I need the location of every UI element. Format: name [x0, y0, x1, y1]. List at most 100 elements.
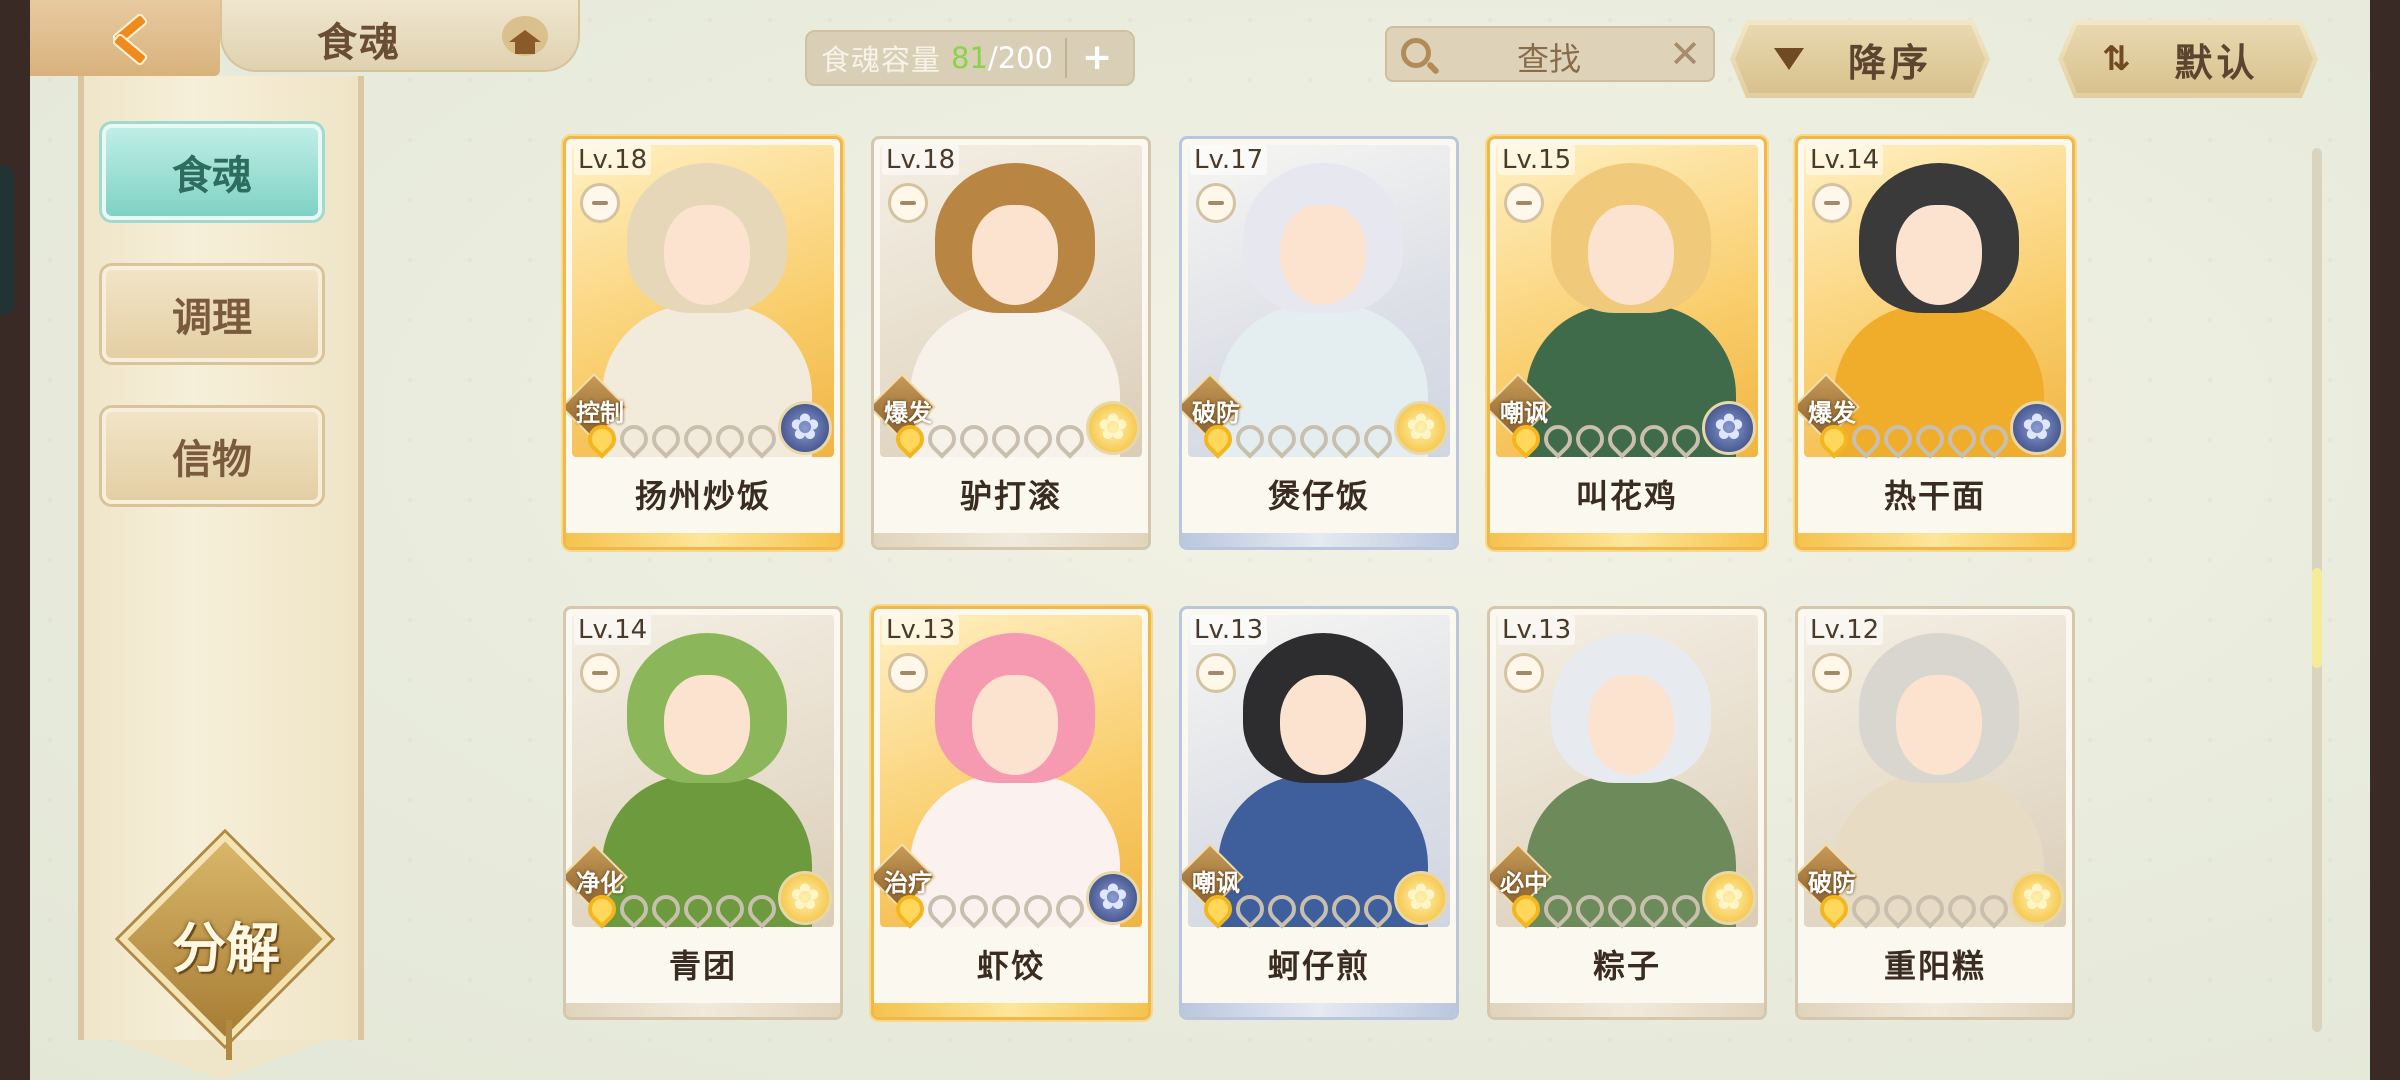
- scrollbar-thumb[interactable]: [2312, 568, 2322, 668]
- soul-card[interactable]: Lv.13 治疗 ✿ 虾饺: [871, 606, 1151, 1020]
- flame-star-icon: [1506, 419, 1546, 459]
- portrait-face: [664, 675, 750, 775]
- flame-star-icon: [1666, 419, 1706, 459]
- role-label: 嘲讽: [1192, 869, 1240, 897]
- star-rating: [582, 889, 782, 929]
- lock-icon[interactable]: [1812, 183, 1852, 223]
- soul-card[interactable]: Lv.14 爆发 ✿ 热干面: [1795, 136, 2075, 550]
- element-flower-icon: ✿: [2010, 871, 2064, 925]
- flame-star-icon: [1230, 419, 1270, 459]
- soul-level: Lv.13: [1190, 615, 1268, 645]
- flame-star-icon: [1538, 889, 1578, 929]
- soul-name: 青团: [668, 947, 737, 985]
- role-label: 控制: [576, 399, 624, 427]
- soul-card[interactable]: Lv.12 破防 ✿ 重阳糕: [1795, 606, 2075, 1020]
- flame-star-icon: [742, 419, 782, 459]
- element-flower-icon: ✿: [1394, 401, 1448, 455]
- lock-icon[interactable]: [580, 653, 620, 693]
- card-rarity-strip: [566, 1003, 840, 1017]
- tassel-decoration: [226, 1020, 232, 1060]
- lock-icon[interactable]: [580, 183, 620, 223]
- soul-card[interactable]: Lv.13 必中 ✿ 粽子: [1487, 606, 1767, 1020]
- home-icon[interactable]: [502, 16, 548, 56]
- triangle-down-icon: [1774, 48, 1804, 70]
- flame-star-icon: [1878, 889, 1918, 929]
- soul-card[interactable]: Lv.13 嘲讽 ✿ 蚵仔煎: [1179, 606, 1459, 1020]
- card-rarity-strip: [1490, 533, 1764, 547]
- tab-conditioning[interactable]: 调理: [102, 266, 322, 362]
- flame-star-icon: [1814, 889, 1854, 929]
- star-rating: [890, 419, 1090, 459]
- flame-star-icon: [922, 889, 962, 929]
- role-label: 必中: [1500, 869, 1548, 897]
- capacity-label: 食魂容量: [821, 43, 942, 77]
- portrait-face: [1588, 675, 1674, 775]
- soul-card[interactable]: Lv.15 嘲讽 ✿ 叫花鸡: [1487, 136, 1767, 550]
- sort-order-button[interactable]: 降序: [1730, 20, 1990, 98]
- capacity-divider: [1065, 38, 1068, 78]
- role-label: 治疗: [884, 869, 932, 897]
- soul-card[interactable]: Lv.17 破防 ✿ 煲仔饭: [1179, 136, 1459, 550]
- scrollbar[interactable]: [2312, 148, 2322, 1032]
- card-rarity-strip: [1182, 1003, 1456, 1017]
- flame-star-icon: [678, 889, 718, 929]
- flame-star-icon: [890, 419, 930, 459]
- flame-star-icon: [1294, 889, 1334, 929]
- lock-icon[interactable]: [1504, 653, 1544, 693]
- soul-card[interactable]: Lv.14 净化 ✿ 青团: [563, 606, 843, 1020]
- flame-star-icon: [1050, 419, 1090, 459]
- flame-star-icon: [1506, 889, 1546, 929]
- soul-card[interactable]: Lv.18 控制 ✿ 扬州炒饭: [563, 136, 843, 550]
- star-rating: [1814, 889, 2014, 929]
- lock-icon[interactable]: [1504, 183, 1544, 223]
- flame-star-icon: [1294, 419, 1334, 459]
- flame-star-icon: [1570, 889, 1610, 929]
- flame-star-icon: [1358, 889, 1398, 929]
- portrait-face: [1896, 675, 1982, 775]
- element-flower-icon: ✿: [1086, 401, 1140, 455]
- tab-food-souls[interactable]: 食魂: [102, 124, 322, 220]
- card-rarity-strip: [874, 1003, 1148, 1017]
- lock-icon[interactable]: [888, 653, 928, 693]
- tab-tokens[interactable]: 信物: [102, 408, 322, 504]
- sort-order-label: 降序: [1848, 40, 1933, 85]
- game-screen: 食魂 食魂容量 81 / 200 + 查找 ✕ 降序 ⇅ 默认 食魂 调理 信物…: [30, 0, 2370, 1080]
- decompose-label[interactable]: 分解: [146, 904, 306, 983]
- search-box[interactable]: 查找 ✕: [1385, 26, 1715, 82]
- role-label: 净化: [576, 869, 624, 897]
- role-label: 爆发: [884, 399, 932, 427]
- swap-arrows-icon: ⇅: [2102, 39, 2131, 79]
- capacity-add-button[interactable]: +: [1079, 40, 1115, 76]
- role-label: 嘲讽: [1500, 399, 1548, 427]
- lock-icon[interactable]: [1196, 183, 1236, 223]
- flame-star-icon: [1910, 889, 1950, 929]
- search-label: 查找: [1517, 40, 1582, 78]
- sort-mode-button[interactable]: ⇅ 默认: [2058, 20, 2318, 98]
- clear-search-icon[interactable]: ✕: [1669, 32, 1701, 76]
- soul-name: 蚵仔煎: [1267, 947, 1370, 985]
- flame-star-icon: [614, 889, 654, 929]
- flame-star-icon: [1358, 419, 1398, 459]
- flame-star-icon: [1262, 889, 1302, 929]
- page-title: 食魂: [317, 19, 401, 66]
- card-rarity-strip: [566, 533, 840, 547]
- soul-name: 扬州炒饭: [634, 477, 771, 515]
- sort-mode-label: 默认: [2174, 40, 2259, 85]
- flame-star-icon: [582, 419, 622, 459]
- lock-icon[interactable]: [1812, 653, 1852, 693]
- capacity-current: 81: [951, 41, 988, 75]
- role-label: 破防: [1192, 399, 1240, 427]
- soul-card[interactable]: Lv.18 爆发 ✿ 驴打滚: [871, 136, 1151, 550]
- flame-star-icon: [922, 419, 962, 459]
- flame-star-icon: [1326, 889, 1366, 929]
- soul-name: 驴打滚: [959, 477, 1062, 515]
- flame-star-icon: [1846, 889, 1886, 929]
- soul-level: Lv.13: [1498, 615, 1576, 645]
- flame-star-icon: [614, 419, 654, 459]
- card-rarity-strip: [1798, 1003, 2072, 1017]
- lock-icon[interactable]: [1196, 653, 1236, 693]
- star-rating: [582, 419, 782, 459]
- lock-icon[interactable]: [888, 183, 928, 223]
- flame-star-icon: [1602, 419, 1642, 459]
- back-button[interactable]: [30, 0, 220, 76]
